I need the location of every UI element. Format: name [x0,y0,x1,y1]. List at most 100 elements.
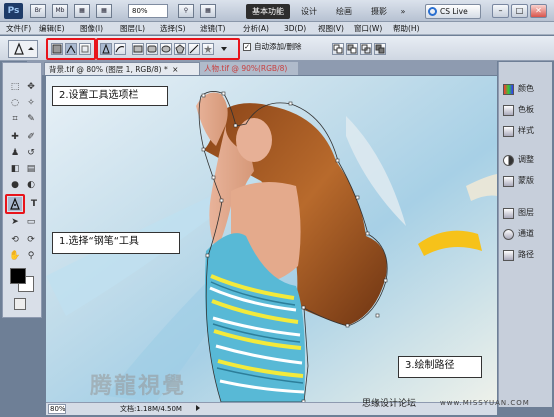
ellipse-button[interactable] [160,43,172,55]
hand-tool[interactable]: ✋ [8,249,22,263]
line-button[interactable] [188,43,200,55]
grid-view-icon[interactable]: ▦ [96,4,112,18]
status-zoom-field[interactable]: 80% [48,404,66,414]
line-icon [189,44,199,54]
zoom-level-select[interactable]: 80% [128,4,168,18]
arrange-documents-icon[interactable]: ▦ [200,4,216,18]
workspace-design-button[interactable]: 设计 [295,4,323,19]
combine-shape-button[interactable] [332,43,344,55]
type-tool[interactable]: T [27,197,41,211]
menu-filter[interactable]: 滤镜(T) [200,23,225,34]
rounded-rectangle-button[interactable] [146,43,158,55]
paths-mode-button[interactable] [65,43,77,55]
tab-close-icon[interactable]: × [172,65,178,74]
close-button[interactable]: ✕ [530,4,547,18]
path-selection-tool[interactable]: ➤ [8,215,22,229]
3d-rotate-tool[interactable]: ⟲ [8,233,22,247]
blur-tool[interactable]: ● [8,178,22,192]
adjustments-panel-icon [503,155,514,166]
menu-view[interactable]: 视图(V) [318,23,344,34]
exclude-shape-icon [375,44,385,54]
rounded-rectangle-icon [147,45,157,53]
subtract-shape-button[interactable] [346,43,358,55]
tab-label: 人物.tif @ 90%(RGB/8) [204,64,288,73]
lasso-tool[interactable]: ◌ [8,96,22,110]
pen-tool-icon [14,42,34,55]
shape-layers-icon [52,44,62,54]
subtract-shape-icon [347,44,357,54]
dodge-tool[interactable]: ◐ [24,178,38,192]
tool-preset-picker[interactable] [8,40,38,58]
polygon-button[interactable] [174,43,186,55]
menu-file[interactable]: 文件(F) [6,23,31,34]
shape-layers-button[interactable] [51,43,63,55]
menu-select[interactable]: 选择(S) [160,23,186,34]
chevron-right-icon [196,405,200,411]
bridge-icon[interactable]: Br [30,4,46,18]
color-panel-icon [503,84,514,95]
menu-edit[interactable]: 编辑(E) [39,23,65,34]
custom-shape-icon [204,45,212,53]
exclude-shape-button[interactable] [374,43,386,55]
add-shape-icon [333,44,343,54]
auto-add-delete-label: 自动添加/删除 [254,42,302,51]
intersect-shape-button[interactable] [360,43,372,55]
menu-analysis[interactable]: 分析(A) [243,23,269,34]
hand-tool-icon[interactable]: ⚲ [178,4,194,18]
history-brush-tool[interactable]: ↺ [24,146,38,160]
fill-pixels-icon [81,45,89,53]
footer-forum-name: 思缘设计论坛 [362,399,417,409]
workspace-photography-button[interactable]: 摄影 [365,4,393,19]
callout-step-2: 2.设置工具选项栏 [52,86,168,106]
menu-layer[interactable]: 图层(L) [120,23,145,34]
quick-selection-tool[interactable]: ✧ [24,96,38,110]
pen-icon [102,43,110,54]
view-extras-icon[interactable]: ▦ [74,4,90,18]
swatches-panel-icon [503,105,514,116]
menu-image[interactable]: 图像(I) [80,23,103,34]
minimize-button[interactable]: – [492,4,509,18]
freeform-pen-icon [115,46,125,53]
pen-tool[interactable] [8,197,22,211]
3d-orbit-tool[interactable]: ⟳ [24,233,38,247]
status-menu-arrow[interactable] [194,404,202,414]
crop-tool[interactable]: ⌗ [8,112,22,126]
spot-healing-tool[interactable]: ✚ [8,130,22,144]
gradient-tool[interactable]: ▤ [24,162,38,176]
quick-mask-button[interactable] [14,298,26,310]
marquee-tool[interactable]: ⬚ [8,80,22,94]
menu-help[interactable]: 帮助(H) [393,23,420,34]
tab-background-document[interactable]: 背景.tif @ 80% (图层 1, RGB/8) * × [44,62,200,75]
brush-tool[interactable]: ✐ [24,130,38,144]
pen-option-button[interactable] [100,43,112,55]
eraser-tool[interactable]: ◧ [8,162,22,176]
workspace-painting-button[interactable]: 绘画 [330,4,358,19]
menu-3d[interactable]: 3D(D) [284,23,306,34]
paths-panel-icon [503,250,514,261]
custom-shape-button[interactable] [202,43,214,55]
freeform-pen-button[interactable] [114,43,126,55]
more-workspaces-button[interactable]: » [396,4,410,19]
clone-stamp-tool[interactable]: ♟ [8,146,22,160]
mini-bridge-icon[interactable]: Mb [52,4,68,18]
move-tool[interactable]: ✥ [24,80,38,94]
styles-panel-icon [503,126,514,137]
geometry-options-dropdown[interactable] [216,45,232,55]
callout-step-1: 1.选择“钢笔“工具 [52,232,180,254]
layers-panel-icon [503,208,514,219]
tab-figure-document[interactable]: 人物.tif @ 90%(RGB/8) × [200,62,298,86]
cs-live-icon [428,7,437,16]
eyedropper-tool[interactable]: ✎ [24,112,38,126]
fill-pixels-button[interactable] [79,43,91,55]
workspace-essentials-button[interactable]: 基本功能 [246,4,290,19]
masks-panel-icon [503,176,514,187]
ellipse-icon [161,45,171,53]
maximize-button[interactable]: □ [511,4,528,18]
rectangle-button[interactable] [132,43,144,55]
rectangle-tool[interactable]: ▭ [24,215,38,229]
callout-step-3: 3.绘制路径 [398,356,482,378]
auto-add-delete-checkbox[interactable]: ✓ [243,43,251,51]
menu-window[interactable]: 窗口(W) [354,23,382,34]
zoom-tool[interactable]: ⚲ [24,249,38,263]
footer-website: www.MISSYUAN.COM [440,399,530,407]
